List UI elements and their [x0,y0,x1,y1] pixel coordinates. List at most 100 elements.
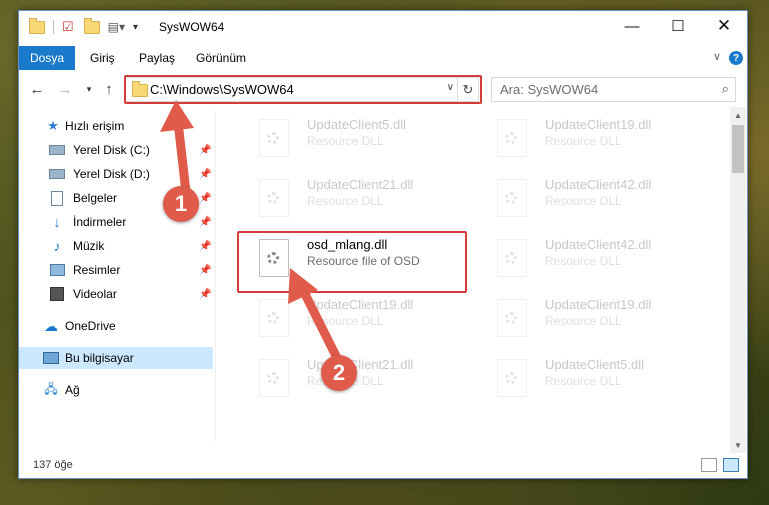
details-view-icon[interactable] [701,458,717,472]
file-type: Resource DLL [545,314,622,328]
sidebar-item-drive-d[interactable]: Yerel Disk (D:) 📌 [19,163,213,185]
sidebar-item-label: Belgeler [73,191,118,205]
file-type: Resource DLL [307,194,384,208]
sidebar-item-videos[interactable]: Videolar 📌 [19,283,213,305]
file-name: UpdateClient19.dll [307,297,414,312]
file-type: Resource DLL [545,254,622,268]
file-type: Resource DLL [307,314,384,328]
tab-file[interactable]: Dosya [19,46,75,70]
dll-file-icon [497,179,527,217]
dll-file-icon [497,359,527,397]
pane-divider[interactable] [215,111,216,441]
up-button[interactable]: ↑ [99,79,119,99]
list-item[interactable]: UpdateClient5.dll Resource DLL [477,351,703,405]
recent-locations-button[interactable]: ▾ [79,79,99,99]
properties-icon[interactable]: ☑ [62,19,74,35]
pictures-icon [49,263,65,277]
sidebar-item-this-pc[interactable]: Bu bilgisayar [19,347,213,369]
chevron-down-icon[interactable]: ▾ [133,22,138,33]
sidebar-item-label: Bu bilgisayar [65,351,134,365]
sidebar-item-label: Müzik [73,239,105,253]
search-icon[interactable]: ⌕ [722,81,729,97]
file-type: Resource DLL [545,194,622,208]
search-box[interactable]: Ara: SysWOW64 ⌕ [491,77,736,102]
dll-file-icon [259,119,289,157]
sidebar-item-label: Ağ [65,383,80,397]
list-item[interactable]: UpdateClient21.dll Resource DLL [239,171,465,225]
expand-ribbon-icon[interactable]: ∨ [713,50,721,63]
pin-icon: 📌 [199,240,212,252]
search-input[interactable]: Ara: SysWOW64 [500,82,598,97]
dll-file-icon [497,299,527,337]
drive-icon [49,143,65,157]
pin-icon: 📌 [199,192,212,204]
file-name: UpdateClient19.dll [545,117,652,132]
folder-icon [29,17,45,34]
sidebar-item-network[interactable]: 🖧 Ağ [19,379,213,401]
sidebar-item-onedrive[interactable]: ☁ OneDrive [19,315,213,337]
scroll-thumb[interactable] [732,125,744,173]
sidebar-item-drive-c[interactable]: Yerel Disk (C:) 📌 [19,139,213,161]
music-icon: ♪ [53,238,61,254]
sidebar-item-pictures[interactable]: Resimler 📌 [19,259,213,281]
dll-file-icon [259,179,289,217]
file-name: UpdateClient5.dll [545,357,645,372]
scroll-up-icon[interactable]: ▲ [730,107,746,123]
list-item[interactable]: UpdateClient19.dll Resource DLL [239,291,465,345]
sidebar-item-music[interactable]: ♪ Müzik 📌 [19,235,213,257]
sidebar-item-label: Hızlı erişim [65,119,125,133]
dll-file-icon [259,359,289,397]
forward-button[interactable]: → [55,79,75,99]
sidebar-item-quick-access[interactable]: ★ Hızlı erişim [19,115,213,137]
dll-file-icon [497,239,527,277]
vertical-scrollbar[interactable]: ▲ ▼ [730,107,746,453]
tab-share[interactable]: Paylaş [139,51,175,65]
item-count: 137 öğe [33,459,73,471]
documents-icon [49,190,65,206]
window-title: SysWOW64 [159,20,225,34]
help-icon[interactable]: ? [729,51,743,65]
list-item[interactable]: UpdateClient19.dll Resource DLL [477,291,703,345]
title-bar: ☑ ▤▾ ▾ SysWOW64 — ☐ ✕ [19,11,747,43]
sidebar-item-label: İndirmeler [73,215,127,229]
navigation-pane: ★ Hızlı erişim Yerel Disk (C:) 📌 Yerel D… [19,111,215,441]
close-button[interactable]: ✕ [701,11,747,41]
list-item[interactable]: UpdateClient5.dll Resource DLL [239,111,465,165]
pin-icon: 📌 [199,216,212,228]
sidebar-item-label: Resimler [73,263,121,277]
tab-view[interactable]: Görünüm [196,51,246,65]
file-name: UpdateClient42.dll [545,237,652,252]
pin-icon: 📌 [199,264,212,276]
file-name: UpdateClient19.dll [545,297,652,312]
step-1-badge: 1 [163,186,199,222]
status-bar: 137 öğe [19,455,747,477]
pin-icon: 📌 [199,168,212,180]
tab-home[interactable]: Giriş [90,51,115,65]
cloud-icon: ☁ [44,317,58,334]
list-item[interactable]: UpdateClient42.dll Resource DLL [477,231,703,285]
back-button[interactable]: ← [27,79,47,99]
file-highlight-box [237,231,467,293]
sidebar-item-label: Yerel Disk (C:) [73,143,150,157]
list-item[interactable]: UpdateClient42.dll Resource DLL [477,171,703,225]
sidebar-item-label: Videolar [73,287,117,301]
new-folder-icon[interactable] [83,17,100,34]
minimize-button[interactable]: — [609,11,655,41]
large-icons-view-icon[interactable] [723,458,739,472]
pin-icon: 📌 [199,144,212,156]
quick-access-toolbar: ☑ ▤▾ ▾ [29,17,138,35]
scroll-down-icon[interactable]: ▼ [730,437,746,453]
download-icon: ↓ [53,214,61,230]
file-type: Resource DLL [545,134,622,148]
video-icon [49,287,65,301]
customize-toolbar-icon[interactable]: ▤▾ [108,20,125,34]
pin-icon: 📌 [199,288,212,300]
file-type: Resource DLL [307,134,384,148]
dll-file-icon [497,119,527,157]
file-name: UpdateClient21.dll [307,177,414,192]
file-name: UpdateClient5.dll [307,117,407,132]
toolbar-divider [53,20,54,34]
address-highlight-box [124,75,482,104]
list-item[interactable]: UpdateClient19.dll Resource DLL [477,111,703,165]
maximize-button[interactable]: ☐ [655,11,701,41]
